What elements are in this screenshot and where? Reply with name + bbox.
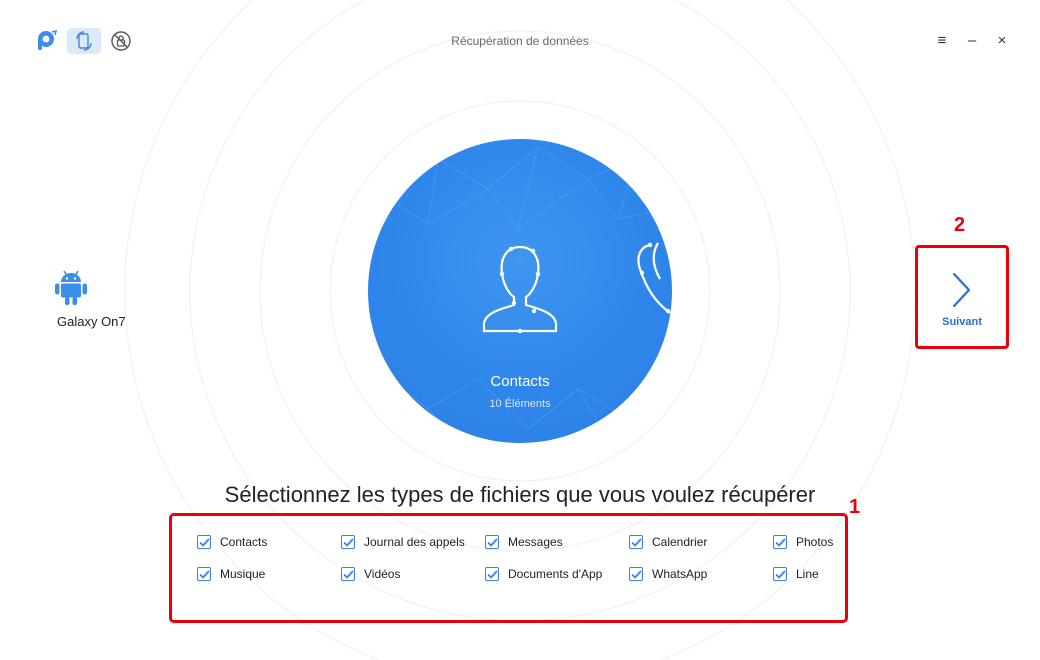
next-button[interactable]: Suivant <box>932 262 992 338</box>
checkmark-icon <box>198 537 210 547</box>
file-type-label: Vidéos <box>364 567 401 581</box>
checkmark-icon <box>774 537 786 547</box>
file-type-option[interactable]: Line <box>773 567 819 581</box>
file-type-option[interactable]: Messages <box>485 535 563 549</box>
checkbox[interactable] <box>197 535 211 549</box>
checkbox[interactable] <box>773 535 787 549</box>
checkmark-icon <box>630 569 642 579</box>
checkmark-icon <box>486 569 498 579</box>
checkbox[interactable] <box>773 567 787 581</box>
checkbox[interactable] <box>629 567 643 581</box>
menu-button[interactable]: ≡ <box>934 30 950 50</box>
checkbox[interactable] <box>485 535 499 549</box>
checkmark-icon <box>630 537 642 547</box>
file-type-option[interactable]: Musique <box>197 567 265 581</box>
checkbox[interactable] <box>341 535 355 549</box>
checkbox[interactable] <box>485 567 499 581</box>
checkmark-icon <box>486 537 498 547</box>
checkmark-icon <box>342 569 354 579</box>
window-controls: ≡ – × <box>934 30 1010 50</box>
file-type-option[interactable]: Calendrier <box>629 535 707 549</box>
file-type-option[interactable]: Contacts <box>197 535 267 549</box>
page-heading: Sélectionnez les types de fichiers que v… <box>224 482 816 507</box>
file-type-option[interactable]: Photos <box>773 535 833 549</box>
next-label: Suivant <box>942 316 982 328</box>
file-type-label: Photos <box>796 535 834 549</box>
minimize-button[interactable]: – <box>964 30 980 50</box>
file-type-label: Messages <box>508 535 563 549</box>
file-type-label: Documents d'App <box>508 567 603 581</box>
file-type-label: Contacts <box>220 535 268 549</box>
file-type-label: WhatsApp <box>652 567 708 581</box>
chevron-right-icon <box>952 272 971 308</box>
checkbox[interactable] <box>629 535 643 549</box>
file-type-label: Line <box>796 567 819 581</box>
checkbox[interactable] <box>197 567 211 581</box>
carousel-item-count: 10 Éléments <box>489 398 551 410</box>
file-type-label: Musique <box>220 567 266 581</box>
device-name: Galaxy On7 <box>57 314 126 329</box>
carousel-title: Contacts <box>490 373 550 390</box>
window-title: Récupération de données <box>451 34 589 48</box>
annotation-number-1: 1 <box>849 496 861 518</box>
device-panel: Galaxy On7 <box>40 268 140 329</box>
contact-person-icon <box>482 245 558 334</box>
file-type-carousel[interactable]: Contacts 10 Éléments <box>368 139 672 443</box>
file-type-option[interactable]: WhatsApp <box>629 567 707 581</box>
checkmark-icon <box>198 569 210 579</box>
phone-icon <box>637 242 671 314</box>
file-type-option[interactable]: Documents d'App <box>485 567 602 581</box>
checkbox[interactable] <box>341 567 355 581</box>
file-type-label: Journal des appels <box>364 535 465 549</box>
android-icon <box>55 270 87 305</box>
file-type-label: Calendrier <box>652 535 708 549</box>
checkmark-icon <box>342 537 354 547</box>
close-button[interactable]: × <box>994 30 1010 50</box>
checkmark-icon <box>774 569 786 579</box>
file-type-option[interactable]: Vidéos <box>341 567 400 581</box>
annotation-number-2: 2 <box>954 214 966 236</box>
file-type-option[interactable]: Journal des appels <box>341 535 465 549</box>
